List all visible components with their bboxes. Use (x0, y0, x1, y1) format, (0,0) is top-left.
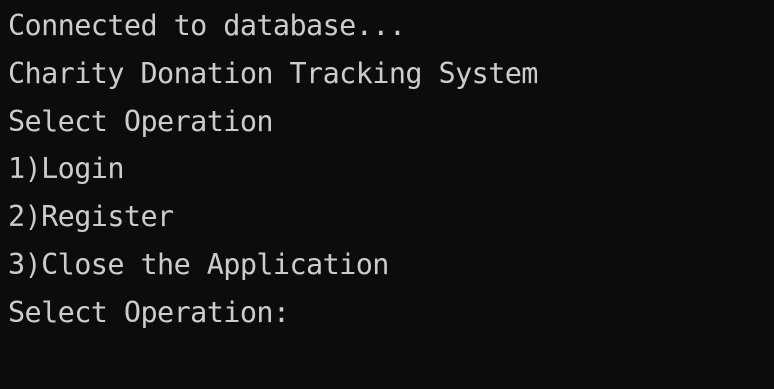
app-title: Charity Donation Tracking System (8, 56, 538, 90)
input-prompt-line[interactable]: Select Operation: (8, 289, 774, 337)
status-message: Connected to database... (8, 9, 406, 42)
input-prompt-label: Select Operation: (8, 295, 290, 329)
menu-option-register: 2)Register (8, 200, 174, 234)
menu-heading: Select Operation (8, 104, 274, 138)
menu-option-close: 3)Close the Application (8, 247, 389, 281)
console-window[interactable]: Connected to database... Charity Donatio… (0, 0, 774, 389)
menu-option-login: 1)Login (8, 152, 125, 186)
